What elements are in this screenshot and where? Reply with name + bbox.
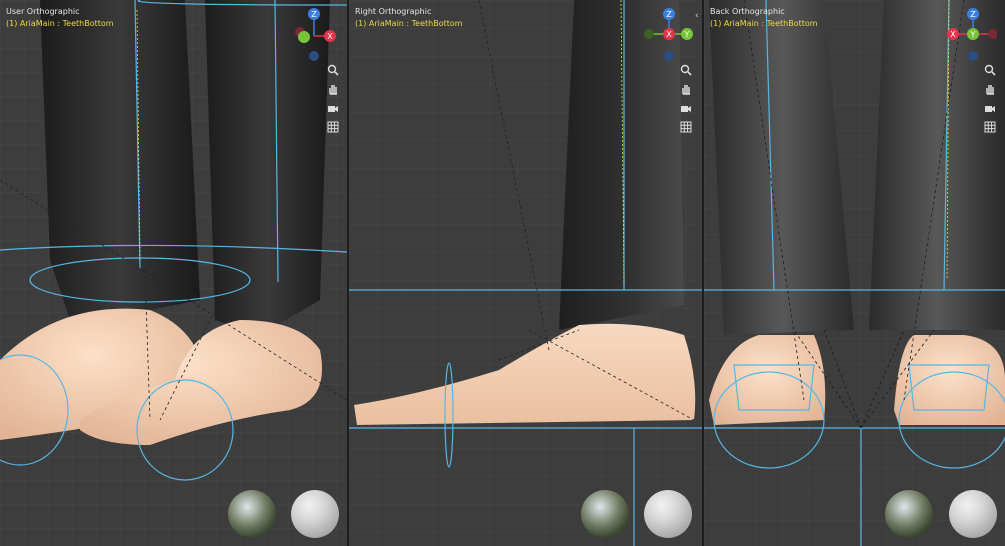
camera-icon[interactable] xyxy=(982,100,998,116)
svg-text:Z: Z xyxy=(666,10,672,19)
viewport-scene xyxy=(349,0,702,546)
hand-pan-icon[interactable] xyxy=(678,81,694,97)
svg-text:X: X xyxy=(666,30,672,39)
grid-icon[interactable] xyxy=(982,119,998,135)
viewport-title: Right Orthographic xyxy=(355,7,432,16)
svg-text:X: X xyxy=(327,32,333,41)
axis-y-icon xyxy=(298,31,310,43)
chevron-left-icon[interactable]: ‹ xyxy=(695,11,699,21)
hand-pan-icon[interactable] xyxy=(982,81,998,97)
viewport-scene xyxy=(0,0,347,546)
viewport-user-orthographic[interactable]: User Orthographic (1) AriaMain : TeethBo… xyxy=(0,0,347,546)
zoom-icon[interactable] xyxy=(982,62,998,78)
svg-text:Z: Z xyxy=(970,10,976,19)
active-object-label: (1) AriaMain : TeethBottom xyxy=(710,19,818,28)
viewport-right-orthographic[interactable]: Right Orthographic (1) AriaMain : TeethB… xyxy=(349,0,702,546)
svg-text:Z: Z xyxy=(311,10,317,19)
active-object-label: (1) AriaMain : TeethBottom xyxy=(6,19,114,28)
hdri-preview-ball[interactable] xyxy=(885,490,933,538)
clay-preview-ball[interactable] xyxy=(644,490,692,538)
clay-preview-ball[interactable] xyxy=(949,490,997,538)
zoom-icon[interactable] xyxy=(678,62,694,78)
navigation-gizmo[interactable]: Z X Y xyxy=(947,6,997,64)
navigation-gizmo[interactable]: Z X Y xyxy=(643,6,693,64)
svg-text:X: X xyxy=(950,30,956,39)
hdri-preview-ball[interactable] xyxy=(228,490,276,538)
viewport-title: User Orthographic xyxy=(6,7,80,16)
navigation-gizmo[interactable]: Z X xyxy=(292,6,342,64)
clay-preview-ball[interactable] xyxy=(291,490,339,538)
viewport-title: Back Orthographic xyxy=(710,7,785,16)
zoom-icon[interactable] xyxy=(325,62,341,78)
grid-icon[interactable] xyxy=(678,119,694,135)
viewport-scene xyxy=(704,0,1005,546)
camera-icon[interactable] xyxy=(325,100,341,116)
svg-text:Y: Y xyxy=(970,30,976,39)
viewport-back-orthographic[interactable]: Back Orthographic (1) AriaMain : TeethBo… xyxy=(704,0,1005,546)
hdri-preview-ball[interactable] xyxy=(581,490,629,538)
hand-pan-icon[interactable] xyxy=(325,81,341,97)
camera-icon[interactable] xyxy=(678,100,694,116)
active-object-label: (1) AriaMain : TeethBottom xyxy=(355,19,463,28)
grid-icon[interactable] xyxy=(325,119,341,135)
svg-text:Y: Y xyxy=(684,30,690,39)
